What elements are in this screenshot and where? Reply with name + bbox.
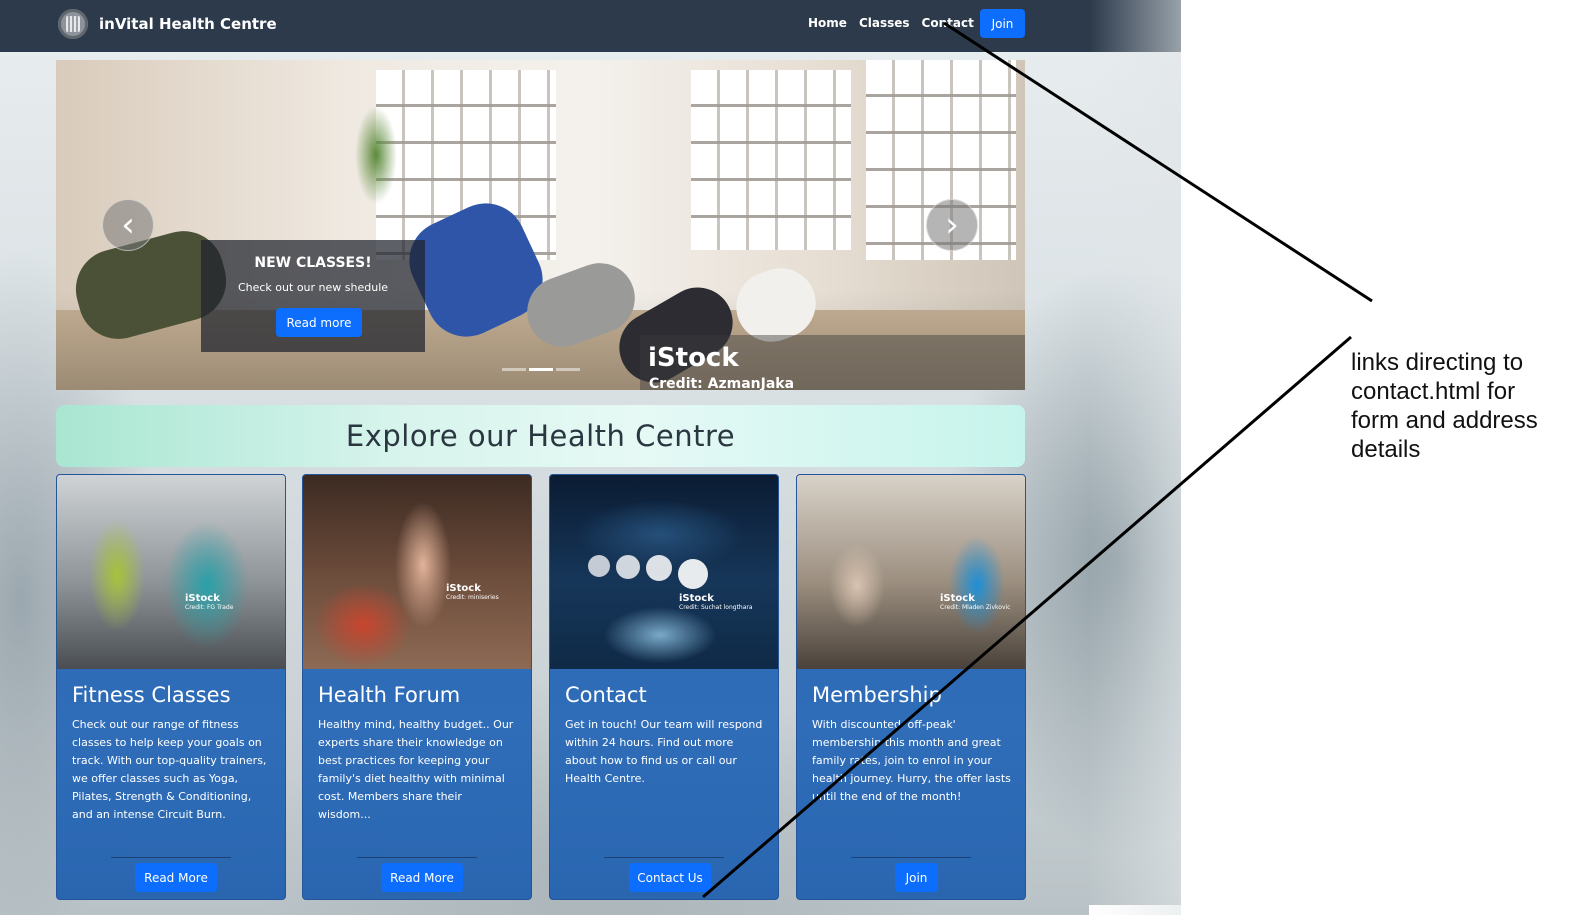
carousel-indicator[interactable]: [556, 368, 580, 371]
chevron-left-icon: ‹: [121, 205, 135, 245]
annotation-line-1: links directing to: [1351, 349, 1524, 376]
carousel-indicator[interactable]: [502, 368, 526, 371]
card-text: Healthy mind, healthy budget.. Our exper…: [318, 718, 514, 821]
card-image: iStock Credit: FG Trade: [57, 475, 285, 669]
contact-icons-row: [588, 555, 708, 589]
carousel-indicators: [502, 368, 580, 371]
card-divider: [357, 857, 477, 858]
watermark-brand: iStock: [679, 593, 714, 604]
card-divider: [851, 857, 971, 858]
watermark-brand: iStock: [648, 343, 739, 373]
brand-name: inVital Health Centre: [99, 15, 277, 33]
watermark-credit: Credit: Mladen Zivkovic: [940, 604, 1011, 611]
watermark-brand: iStock: [446, 583, 481, 594]
annotation-note: links directing to contact.html for form…: [1351, 348, 1572, 464]
card-title: Health Forum: [318, 683, 461, 707]
hero-photo-plant: [346, 80, 406, 230]
mail-icon: [678, 559, 708, 589]
join-button[interactable]: Join: [895, 863, 938, 892]
card-membership: iStock Credit: Mladen Zivkovic Membershi…: [796, 474, 1026, 900]
watermark-credit: Credit: Suchat longthara: [679, 604, 753, 611]
card-text: Check out our range of fitness classes t…: [72, 718, 267, 821]
watermark-credit: Credit: miniseries: [446, 594, 499, 601]
nav-join-button[interactable]: Join: [980, 9, 1025, 38]
contact-us-button[interactable]: Contact Us: [629, 863, 711, 892]
image-watermark: iStock Credit: Mladen Zivkovic: [940, 593, 1010, 611]
card-divider: [604, 857, 724, 858]
card-image: iStock Credit: Mladen Zivkovic: [797, 475, 1025, 669]
read-more-button[interactable]: Read More: [135, 863, 217, 892]
hero-photo-window: [691, 70, 851, 250]
watermark-brand: iStock: [185, 593, 220, 604]
annotation-line-4: details: [1351, 436, 1421, 463]
chat-icon: [588, 555, 610, 577]
card-text: Get in touch! Our team will respond with…: [565, 718, 763, 785]
watermark-credit: Credit: FG Trade: [185, 604, 234, 611]
watermark-brand: iStock: [940, 593, 975, 604]
card-divider: [111, 857, 231, 858]
image-watermark: iStock Credit: Suchat longthara: [679, 593, 753, 611]
card-health-forum: iStock Credit: miniseries Health Forum H…: [302, 474, 532, 900]
read-more-button[interactable]: Read more: [276, 308, 362, 337]
card-image: iStock Credit: miniseries: [303, 475, 531, 669]
card-text: With discounted 'off-peak' membership th…: [812, 718, 1011, 803]
explore-title: Explore our Health Centre: [345, 419, 736, 453]
image-watermark: iStock Credit: miniseries: [446, 583, 499, 601]
carousel-caption-title: NEW CLASSES!: [254, 255, 372, 271]
gym-logo-icon: [58, 9, 88, 39]
brand[interactable]: inVital Health Centre: [58, 9, 277, 39]
nav-link-home[interactable]: Home: [808, 16, 847, 30]
image-watermark: iStock Credit: FG Trade: [185, 593, 233, 611]
chevron-right-icon: ›: [945, 205, 959, 245]
hero-carousel: NEW CLASSES! Check out our new shedule R…: [56, 60, 1025, 390]
card-title: Contact: [565, 683, 647, 707]
hero-watermark: iStock Credit: AzmanJaka: [640, 335, 1025, 390]
website-viewport: inVital Health Centre Home Classes Conta…: [0, 0, 1181, 915]
carousel-next-button[interactable]: ›: [926, 199, 978, 251]
read-more-button[interactable]: Read More: [381, 863, 463, 892]
annotation-line-2: contact.html for: [1351, 378, 1516, 405]
card-title: Fitness Classes: [72, 683, 231, 707]
at-sign-icon: [616, 555, 640, 579]
page-edge: [1089, 905, 1181, 915]
card-image: iStock Credit: Suchat longthara: [550, 475, 778, 669]
nav-links: Home Classes Contact: [808, 16, 974, 30]
carousel-indicator-active[interactable]: [529, 368, 553, 371]
carousel-prev-button[interactable]: ‹: [102, 199, 154, 251]
carousel-caption: NEW CLASSES! Check out our new shedule R…: [201, 240, 425, 352]
annotation-line-3: form and address: [1351, 407, 1538, 434]
top-navbar: inVital Health Centre Home Classes Conta…: [0, 0, 1181, 52]
card-fitness-classes: iStock Credit: FG Trade Fitness Classes …: [56, 474, 286, 900]
watermark-credit: Credit: AzmanJaka: [649, 376, 795, 390]
card-contact: iStock Credit: Suchat longthara Contact …: [549, 474, 779, 900]
nav-link-classes[interactable]: Classes: [859, 16, 910, 30]
explore-banner: Explore our Health Centre: [56, 405, 1025, 467]
nav-link-contact[interactable]: Contact: [922, 16, 974, 30]
card-title: Membership: [812, 683, 942, 707]
carousel-caption-text: Check out our new shedule: [237, 281, 389, 294]
phone-icon: [646, 555, 672, 581]
